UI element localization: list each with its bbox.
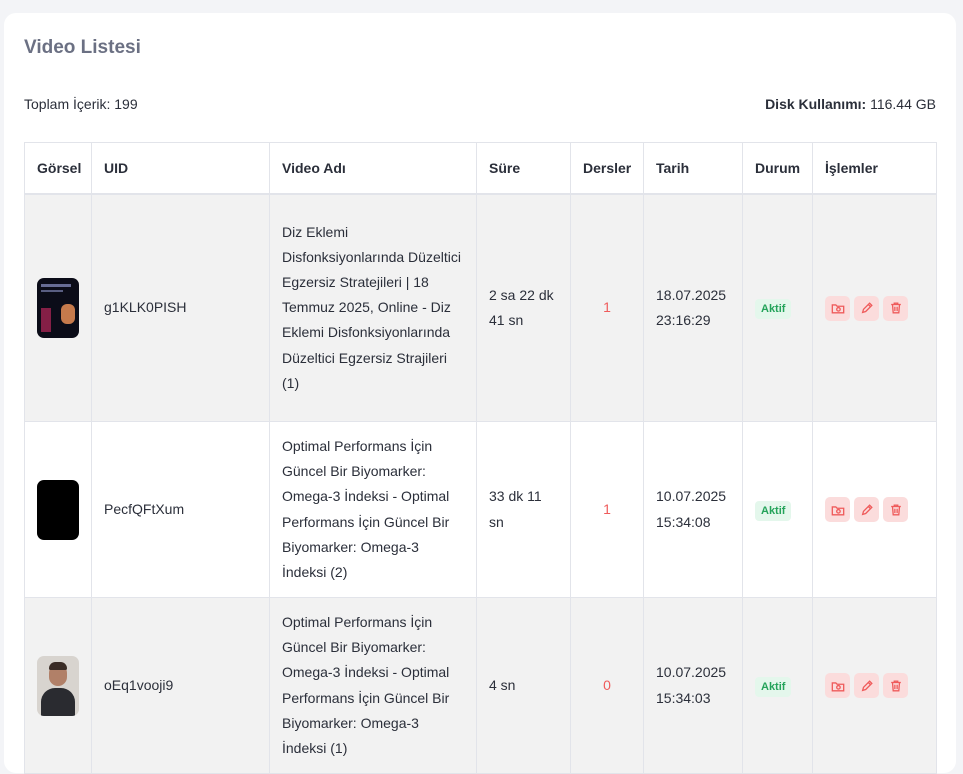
folder-camera-button[interactable]	[825, 673, 850, 699]
trash-icon	[890, 302, 901, 314]
duration-cell: 2 sa 22 dk 41 sn	[476, 193, 571, 422]
uid-cell: PecfQFtXum	[91, 421, 270, 598]
column-header-actions: İşlemler	[812, 142, 937, 195]
duration-cell: 33 dk 11 sn	[476, 421, 571, 598]
video-name-cell: Optimal Performans İçin Güncel Bir Biyom…	[269, 421, 477, 598]
date-cell: 10.07.2025 15:34:03	[643, 597, 743, 774]
lessons-count-cell[interactable]: 0	[570, 597, 644, 774]
video-thumbnail[interactable]	[37, 479, 79, 540]
status-cell: Aktif	[742, 597, 813, 774]
trash-icon	[890, 504, 901, 516]
column-header-uid[interactable]: UID	[91, 142, 270, 195]
total-content-label: Toplam İçerik:	[24, 96, 111, 112]
thumbnail-cell	[24, 421, 92, 598]
thumbnail-cell	[24, 193, 92, 422]
column-header-status[interactable]: Durum	[742, 142, 813, 195]
video-list-card: Video Listesi Toplam İçerik: 199 Disk Ku…	[4, 13, 956, 774]
pencil-icon	[861, 504, 873, 516]
folder-camera-icon	[831, 506, 844, 516]
column-header-lessons[interactable]: Dersler	[570, 142, 644, 195]
folder-camera-icon	[831, 682, 844, 692]
duration-cell: 4 sn	[476, 597, 571, 774]
lessons-count-cell[interactable]: 1	[570, 193, 644, 422]
actions-cell	[812, 597, 937, 774]
thumbnail-accent-graphic	[41, 307, 51, 332]
video-thumbnail[interactable]	[37, 277, 79, 338]
thumbnail-hair-graphic	[49, 661, 67, 670]
date-cell: 18.07.2025 23:16:29	[643, 193, 743, 422]
folder-camera-icon	[831, 304, 844, 314]
pencil-icon	[861, 302, 873, 314]
edit-button[interactable]	[854, 295, 879, 321]
uid-cell: oEq1vooji9	[91, 597, 270, 774]
column-header-image[interactable]: Görsel	[24, 142, 92, 195]
thumbnail-cell	[24, 597, 92, 774]
trash-icon	[890, 680, 901, 692]
status-badge: Aktif	[755, 299, 792, 320]
table-row: g1KLK0PISH Diz Eklemi Disfonksiyonlarınd…	[24, 193, 937, 422]
table-row: PecfQFtXum Optimal Performans İçin Günce…	[24, 421, 937, 598]
page-title: Video Listesi	[24, 37, 141, 58]
pencil-icon	[861, 680, 873, 692]
column-header-duration[interactable]: Süre	[476, 142, 571, 195]
date-cell: 10.07.2025 15:34:08	[643, 421, 743, 598]
delete-button[interactable]	[883, 673, 908, 699]
disk-usage-value: 116.44 GB	[870, 96, 936, 112]
lessons-count-cell[interactable]: 1	[570, 421, 644, 598]
status-cell: Aktif	[742, 193, 813, 422]
column-header-date[interactable]: Tarih	[643, 142, 743, 195]
thumbnail-subtitle-graphic	[41, 289, 63, 292]
thumbnail-title-graphic	[41, 283, 71, 287]
actions-cell	[812, 193, 937, 422]
thumbnail-presenter-graphic	[61, 303, 75, 324]
actions-cell	[812, 421, 937, 598]
video-table: Görsel UID Video Adı Süre Dersler Tarih …	[24, 142, 937, 774]
column-header-video-name[interactable]: Video Adı	[269, 142, 477, 195]
table-header-row: Görsel UID Video Adı Süre Dersler Tarih …	[24, 142, 937, 195]
folder-camera-button[interactable]	[825, 295, 850, 321]
table-row: oEq1vooji9 Optimal Performans İçin Günce…	[24, 597, 937, 774]
video-thumbnail[interactable]	[37, 655, 79, 716]
edit-button[interactable]	[854, 673, 879, 699]
status-badge: Aktif	[755, 500, 792, 521]
status-badge: Aktif	[755, 676, 792, 697]
total-content: Toplam İçerik: 199	[24, 96, 138, 112]
total-content-value: 199	[114, 96, 138, 112]
disk-usage: Disk Kullanımı: 116.44 GB	[765, 96, 936, 112]
uid-cell: g1KLK0PISH	[91, 193, 270, 422]
thumbnail-body-graphic	[41, 687, 75, 716]
folder-camera-button[interactable]	[825, 497, 850, 523]
video-name-cell: Optimal Performans İçin Güncel Bir Biyom…	[269, 597, 477, 774]
delete-button[interactable]	[883, 295, 908, 321]
status-cell: Aktif	[742, 421, 813, 598]
video-name-cell: Diz Eklemi Disfonksiyonlarında Düzeltici…	[269, 193, 477, 422]
disk-usage-label: Disk Kullanımı:	[765, 96, 867, 112]
edit-button[interactable]	[854, 497, 879, 523]
delete-button[interactable]	[883, 497, 908, 523]
